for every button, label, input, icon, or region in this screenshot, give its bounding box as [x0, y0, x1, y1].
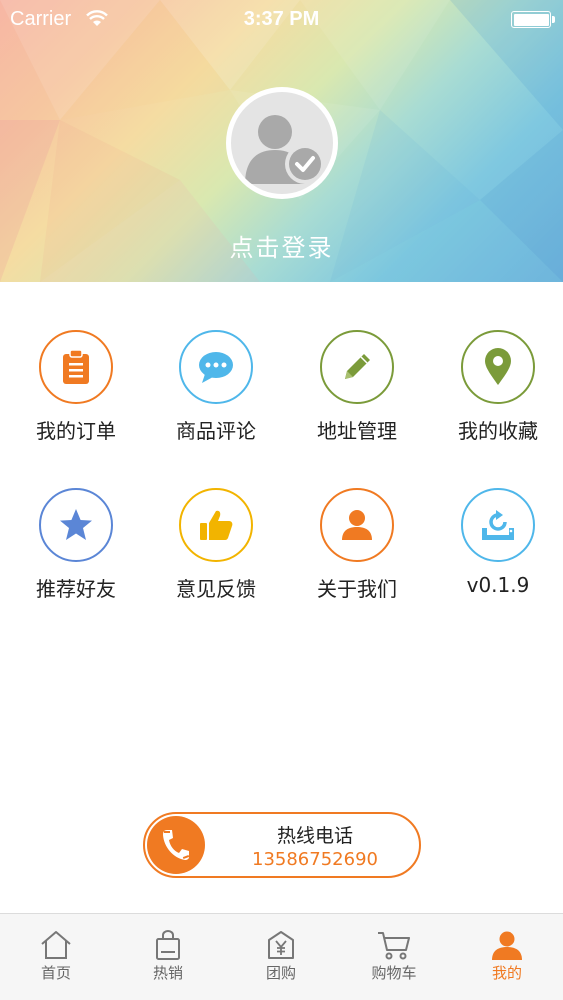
menu-item-label: 我的收藏	[458, 419, 538, 443]
login-link[interactable]: 点击登录	[0, 228, 563, 263]
menu-item-feedback[interactable]: 意见反馈	[146, 488, 286, 602]
menu-item-about[interactable]: 关于我们	[287, 488, 427, 602]
menu-row: 我的订单 商品评论 地址管理 我的收藏	[0, 330, 563, 460]
menu-item-label: 意见反馈	[176, 577, 256, 601]
person-icon	[320, 488, 394, 562]
tab-hot-sale[interactable]: 热销	[112, 914, 224, 1000]
hotline-title: 热线电话	[276, 825, 353, 847]
avatar-button[interactable]	[226, 87, 338, 199]
tab-mine[interactable]: 我的	[451, 914, 563, 1000]
menu-row: 推荐好友 意见反馈 关于我们 v0.1.9	[0, 488, 563, 618]
star-icon	[39, 488, 113, 562]
menu-item-orders[interactable]: 我的订单	[6, 330, 146, 444]
status-bar: Carrier 3:37 PM	[0, 0, 563, 40]
user-icon	[492, 931, 522, 960]
yen-bag-icon	[268, 931, 294, 959]
menu-item-recommend[interactable]: 推荐好友	[6, 488, 146, 602]
status-time: 3:37 PM	[243, 8, 320, 30]
menu-item-version[interactable]: v0.1.9	[428, 488, 563, 597]
menu-item-label: v0.1.9	[466, 573, 530, 597]
menu-item-label: 商品评论	[176, 419, 256, 443]
menu-item-label: 推荐好友	[36, 577, 116, 601]
location-pin-icon	[461, 330, 535, 404]
thumbs-up-icon	[179, 488, 253, 562]
menu-item-favorites[interactable]: 我的收藏	[428, 330, 563, 444]
tab-bar: 首页 热销 团购 购物车 我的	[0, 913, 563, 1000]
menu-item-label: 关于我们	[317, 577, 397, 601]
home-icon	[41, 931, 71, 959]
avatar-icon	[231, 92, 333, 194]
menu-item-reviews[interactable]: 商品评论	[146, 330, 286, 444]
tab-label: 热销	[152, 964, 183, 982]
menu-item-address[interactable]: 地址管理	[287, 330, 427, 444]
clipboard-icon	[39, 330, 113, 404]
tab-label: 我的	[491, 964, 522, 982]
menu-item-label: 我的订单	[36, 419, 116, 443]
tab-group-buy[interactable]: 团购	[225, 914, 337, 1000]
tab-label: 购物车	[371, 964, 417, 982]
menu-item-label: 地址管理	[317, 419, 397, 443]
update-icon	[461, 488, 535, 562]
tab-cart[interactable]: 购物车	[338, 914, 450, 1000]
tab-label: 团购	[265, 964, 296, 982]
hotline-button[interactable]: 热线电话 13586752690	[143, 812, 421, 878]
tab-label: 首页	[40, 964, 71, 982]
hotline-number: 13586752690	[252, 849, 378, 870]
phone-icon	[147, 816, 205, 874]
chat-bubble-icon	[179, 330, 253, 404]
battery-icon	[511, 11, 555, 28]
profile-header: Carrier 3:37 PM 点击登录	[0, 0, 563, 282]
tab-home[interactable]: 首页	[0, 914, 112, 1000]
cart-icon	[378, 932, 410, 960]
shopping-bag-icon	[156, 930, 180, 960]
pencil-icon	[320, 330, 394, 404]
